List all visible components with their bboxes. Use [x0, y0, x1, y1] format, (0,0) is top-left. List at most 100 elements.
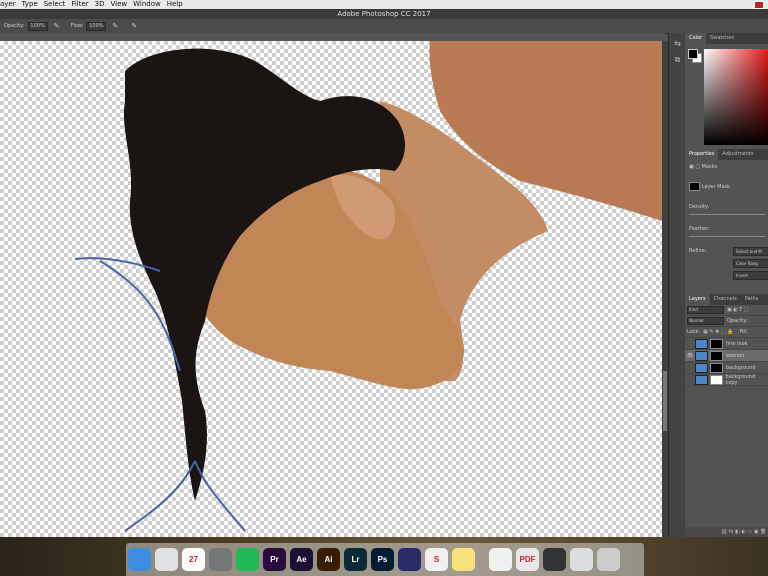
- color-picker-field[interactable]: [704, 49, 768, 145]
- layer-mask-thumbnail[interactable]: [710, 338, 723, 349]
- after-effects-icon[interactable]: Ae: [290, 548, 313, 571]
- masks-row: ▣ ▢ Masks: [689, 164, 717, 170]
- music-icon[interactable]: [489, 548, 512, 571]
- menu-3d[interactable]: 3D: [95, 0, 105, 9]
- properties-panel-tabs: Properties Adjustments: [685, 149, 768, 160]
- sketchbook-icon[interactable]: S: [425, 548, 448, 571]
- finder-icon[interactable]: [128, 548, 151, 571]
- flow-label: Flow:: [70, 23, 84, 29]
- tab-channels[interactable]: Channels: [710, 294, 741, 305]
- layer-mask-thumb[interactable]: [689, 182, 700, 191]
- tab-paths[interactable]: Paths: [741, 294, 763, 305]
- foreground-color-swatch[interactable]: [688, 49, 698, 59]
- illustrator-icon[interactable]: Ai: [317, 548, 340, 571]
- opacity-label-layers: Opacity:: [727, 318, 748, 324]
- layer-row[interactable]: background: [685, 362, 768, 374]
- density-slider[interactable]: [689, 214, 765, 215]
- opacity-label: Opacity:: [4, 23, 25, 29]
- spotify-icon[interactable]: [236, 548, 259, 571]
- layer-filter-row: Kind ▣ ◐ T ⬚: [685, 305, 768, 316]
- notes-icon[interactable]: [452, 548, 475, 571]
- layers-panel-tabs: Layers Channels Paths: [685, 294, 768, 305]
- fill-label: Fill:: [739, 329, 748, 335]
- layer-thumbnail: [694, 374, 708, 385]
- flow-field[interactable]: 100%: [86, 21, 107, 31]
- layer-mask-label: Layer Mask: [701, 184, 731, 190]
- airbrush-icon[interactable]: ✎: [112, 22, 119, 30]
- options-bar: Opacity: 100% ✎ Flow: 100% ✎ ✎: [0, 19, 768, 34]
- chrome-icon[interactable]: [155, 548, 178, 571]
- select-and-mask-button[interactable]: Select and M: [733, 247, 768, 256]
- lightroom-icon[interactable]: Lr: [344, 548, 367, 571]
- flag-icon[interactable]: [754, 1, 764, 9]
- blend-mode-select[interactable]: Normal: [687, 317, 724, 325]
- panel-icon-column: ⇆ ⧉: [668, 33, 686, 537]
- menu-window[interactable]: Window: [133, 0, 161, 9]
- layer-mask-thumbnail[interactable]: [710, 362, 723, 373]
- acrobat-icon[interactable]: PDF: [516, 548, 539, 571]
- layer-row[interactable]: background copy: [685, 374, 768, 386]
- document-tab-strip: [0, 33, 665, 41]
- tab-swatches[interactable]: Swatches: [706, 33, 738, 44]
- refine-label: Refine:: [689, 248, 707, 254]
- right-panels: Color Swatches Properties Adjustments ▣ …: [685, 33, 768, 537]
- menu-bar: ayer Type Select Filter 3D View Window H…: [0, 0, 768, 9]
- layer-thumbnail: [695, 338, 708, 349]
- layers-footer: ⛓ fx ◧ ◐ ▭ ▣ 🗑: [685, 527, 768, 537]
- canvas-image: [74, 41, 662, 532]
- lock-label: Lock:: [687, 329, 701, 335]
- masks-label: Masks: [701, 164, 718, 170]
- density-label: Density:: [689, 204, 710, 210]
- color-range-button[interactable]: Color Rang: [733, 259, 768, 268]
- layer-row[interactable]: hire look: [685, 338, 768, 350]
- photoshop-icon[interactable]: Ps: [371, 548, 394, 571]
- opacity-field[interactable]: 100%: [27, 21, 48, 31]
- layer-thumbnail: [695, 350, 708, 361]
- invert-button[interactable]: Invert: [733, 271, 768, 280]
- layer-mask-thumbnail[interactable]: [709, 374, 723, 385]
- layers-panel: Layers Channels Paths Kind ▣ ◐ T ⬚ Norma…: [685, 294, 768, 537]
- trash-icon[interactable]: [597, 548, 620, 571]
- menu-view[interactable]: View: [111, 0, 128, 9]
- history-icon[interactable]: ⇆: [672, 38, 683, 49]
- tab-layers[interactable]: Layers: [685, 294, 710, 305]
- feather-label: Feather:: [689, 226, 710, 232]
- layer-name: woman: [726, 352, 745, 359]
- layer-mask-row: Layer Mask: [689, 182, 730, 191]
- feather-slider[interactable]: [689, 236, 765, 237]
- system-preferences-icon[interactable]: [209, 548, 232, 571]
- video-tool-icon[interactable]: [543, 548, 566, 571]
- layer-name: background: [726, 364, 756, 371]
- layer-name: background copy: [725, 373, 756, 386]
- pressure-opacity-icon[interactable]: ✎: [54, 22, 61, 30]
- layer-name: hire look: [726, 340, 748, 347]
- pressure-size-icon[interactable]: ✎: [131, 22, 138, 30]
- tab-color[interactable]: Color: [685, 33, 707, 44]
- color-panel-tabs: Color Swatches: [685, 33, 768, 44]
- tab-adjustments[interactable]: Adjustments: [718, 149, 757, 160]
- lock-icons[interactable]: ▦ ✎ ✥ ⬚ 🔒: [703, 329, 733, 335]
- scrollbar-thumb[interactable]: [663, 371, 667, 431]
- premiere-icon[interactable]: Pr: [263, 548, 286, 571]
- visibility-icon[interactable]: 👁: [685, 353, 695, 359]
- properties-panel: ▣ ▢ Masks Layer Mask Density: Feather: R…: [685, 160, 768, 292]
- tab-properties[interactable]: Properties: [685, 149, 719, 160]
- menu-select[interactable]: Select: [44, 0, 66, 9]
- menu-type[interactable]: Type: [22, 0, 38, 9]
- mask-icon: ▣ ▢: [689, 164, 701, 170]
- menu-layer[interactable]: ayer: [0, 0, 16, 9]
- calendar-icon[interactable]: 27: [182, 548, 205, 571]
- menu-help[interactable]: Help: [167, 0, 183, 9]
- kind-filter[interactable]: Kind: [687, 306, 724, 314]
- layer-mask-thumbnail[interactable]: [710, 350, 723, 361]
- screen-app-icon[interactable]: [570, 548, 593, 571]
- image-app-icon[interactable]: [398, 548, 421, 571]
- window-title: Adobe Photoshop CC 2017: [0, 9, 768, 19]
- layer-footer-icons[interactable]: ⛓ fx ◧ ◐ ▭ ▣ 🗑: [721, 529, 768, 535]
- blend-row: Normal Opacity:: [685, 316, 768, 327]
- brush-settings-icon[interactable]: ⧉: [672, 54, 683, 65]
- filter-icons[interactable]: ▣ ◐ T ⬚: [727, 307, 749, 313]
- layer-row[interactable]: 👁 woman: [685, 350, 768, 362]
- document-canvas[interactable]: [0, 41, 662, 537]
- menu-filter[interactable]: Filter: [71, 0, 88, 9]
